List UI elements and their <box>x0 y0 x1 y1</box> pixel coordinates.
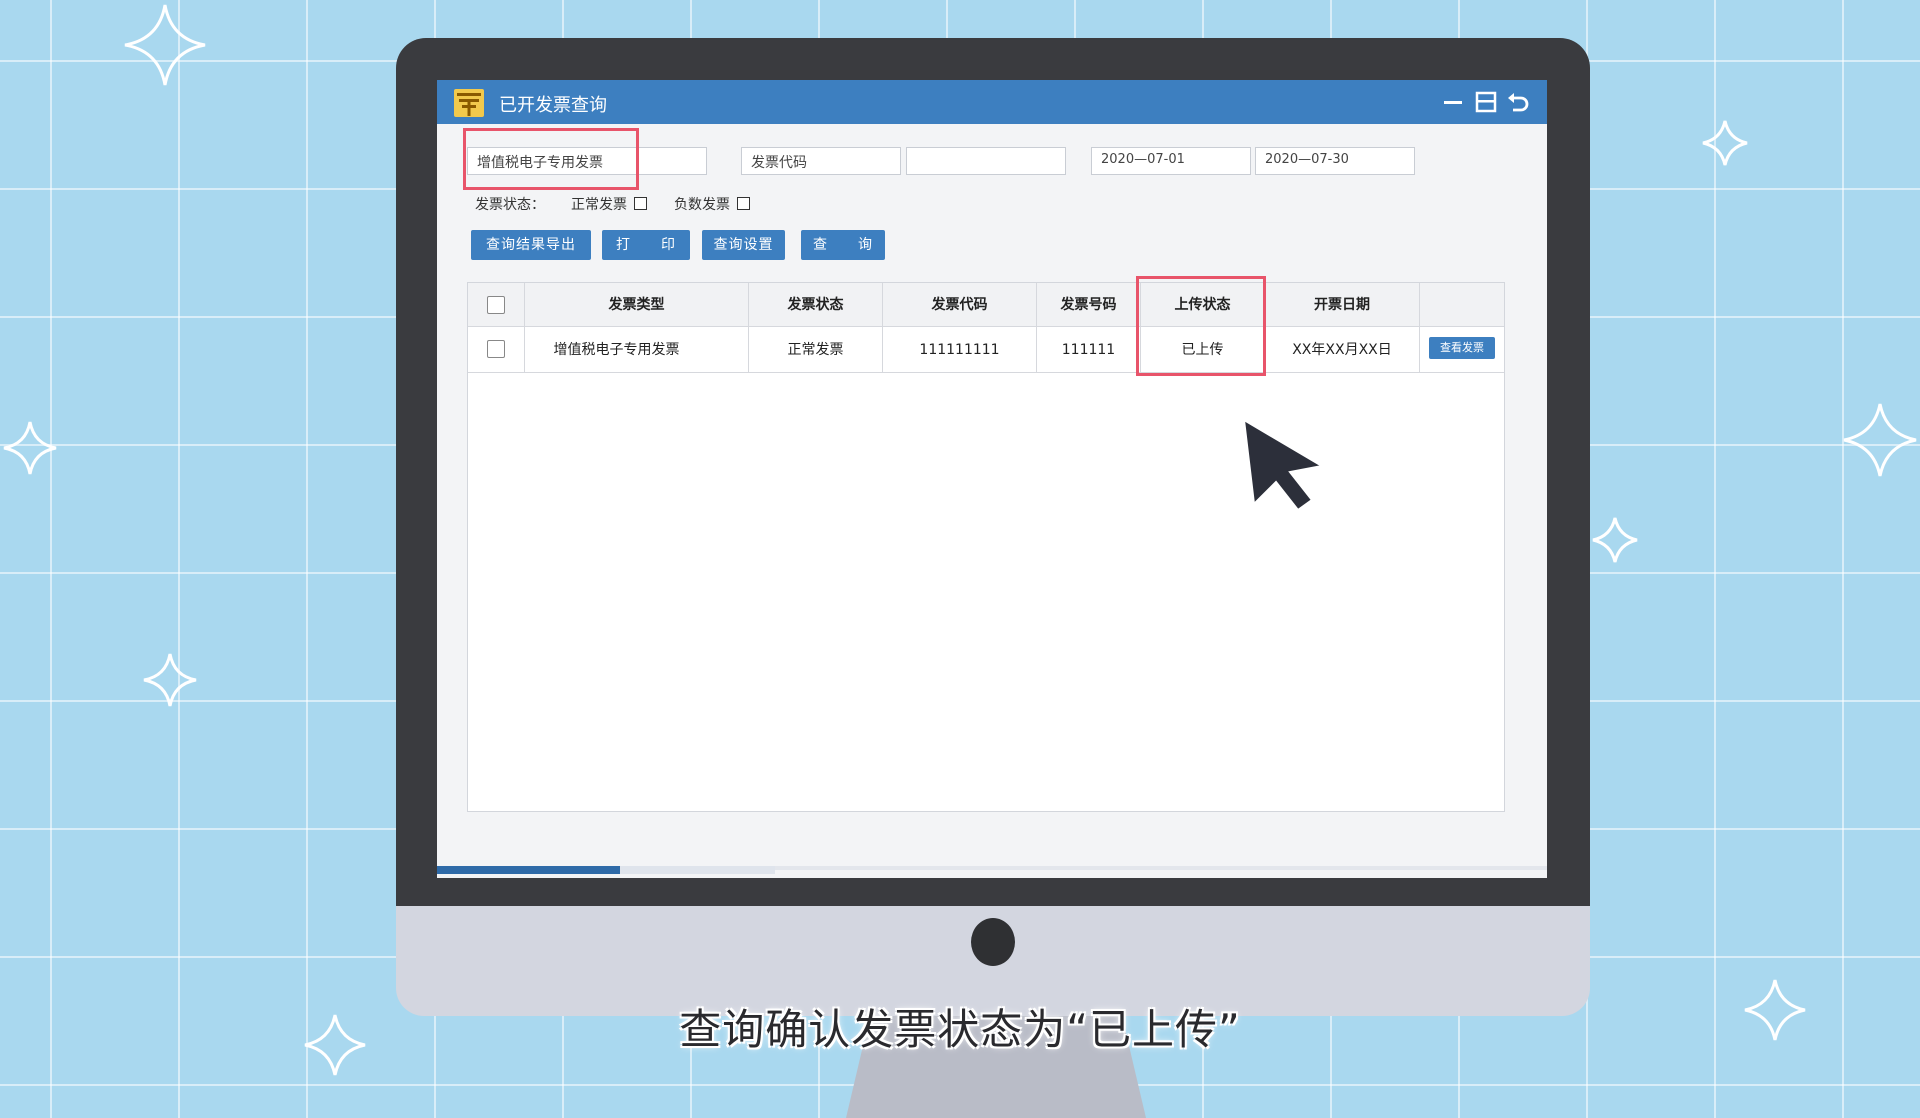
sparkle-icon <box>1843 403 1917 477</box>
header-invoice-status: 发票状态 <box>749 283 883 327</box>
sparkle-icon <box>143 653 197 707</box>
view-invoice-button[interactable]: 查看发票 <box>1429 337 1495 359</box>
monitor-logo <box>971 918 1015 966</box>
invoice-code-label: 发票代码 <box>741 147 901 175</box>
negative-invoice-label: 负数发票 <box>674 197 730 213</box>
normal-invoice-checkbox[interactable] <box>634 197 647 210</box>
back-icon[interactable] <box>1505 89 1531 115</box>
ticket-icon <box>454 89 484 117</box>
sparkle-icon <box>124 4 206 86</box>
mouse-cursor-icon <box>1244 420 1324 512</box>
app-window: 已开发票查询 增值税电子专用发票 发票代码 2020—07-01 2020—07… <box>437 80 1547 878</box>
normal-invoice-label: 正常发票 <box>571 197 627 213</box>
cell-invoice-type: 增值税电子专用发票 <box>525 327 749 373</box>
query-settings-button[interactable]: 查询设置 <box>702 230 785 260</box>
header-invoice-number: 发票号码 <box>1037 283 1141 327</box>
subtitle-caption: 查询确认发票状态为“已上传” <box>679 1005 1241 1054</box>
progress-buffer <box>620 866 775 874</box>
window-title: 已开发票查询 <box>499 95 607 116</box>
upload-status-highlight <box>1136 276 1266 376</box>
cell-invoice-date: XX年XX月XX日 <box>1265 327 1420 373</box>
header-invoice-code: 发票代码 <box>883 283 1037 327</box>
header-select-cell <box>468 283 525 327</box>
header-action <box>1420 283 1504 327</box>
cell-invoice-code: 111111111 <box>883 327 1037 373</box>
maximize-icon[interactable] <box>1473 89 1499 115</box>
invoice-type-highlight <box>463 128 639 190</box>
row-checkbox[interactable] <box>487 340 505 358</box>
title-bar: 已开发票查询 <box>437 80 1547 124</box>
sparkle-icon <box>3 421 57 475</box>
cell-invoice-status: 正常发票 <box>749 327 883 373</box>
print-button[interactable]: 打 印 <box>602 230 690 260</box>
row-select-cell <box>468 327 525 373</box>
invoice-table: 发票类型 发票状态 发票代码 发票号码 上传状态 开票日期 增值税电子专用发票 … <box>467 282 1505 812</box>
status-filter-label: 发票状态： <box>475 197 545 213</box>
invoice-code-input[interactable] <box>906 147 1066 175</box>
negative-invoice-checkbox[interactable] <box>737 197 750 210</box>
sparkle-icon <box>1702 120 1748 166</box>
cell-invoice-number: 111111 <box>1037 327 1141 373</box>
minimize-icon[interactable] <box>1440 89 1466 115</box>
export-button[interactable]: 查询结果导出 <box>471 230 591 260</box>
progress-bar <box>437 866 621 874</box>
date-from-input[interactable]: 2020—07-01 <box>1091 147 1251 175</box>
query-button[interactable]: 查 询 <box>801 230 885 260</box>
sparkle-icon <box>1592 517 1638 563</box>
header-invoice-date: 开票日期 <box>1265 283 1420 327</box>
date-to-input[interactable]: 2020—07-30 <box>1255 147 1415 175</box>
header-invoice-type: 发票类型 <box>525 283 749 327</box>
select-all-checkbox[interactable] <box>487 296 505 314</box>
